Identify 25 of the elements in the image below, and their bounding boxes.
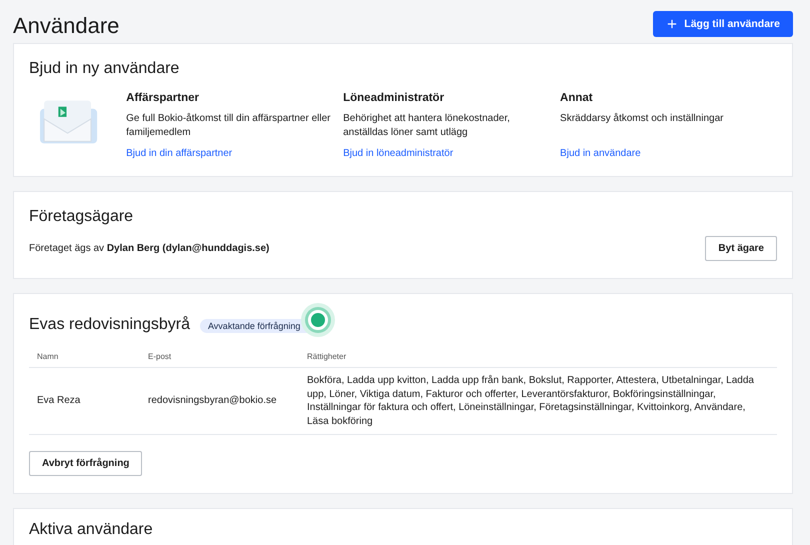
table-cell: Bokföra, Ladda upp kvitton, Ladda upp från bank, Bokslut, Rapporter, Attestera, Utbetalningar, Ladda upp, Löner, Viktiga datum, Fakturor och offerter, Leverantörsfakturor, Bokföringsinställningar, Inställningar för faktura och offert, Löneinställningar, Företagsinställningar, Kvittoinkorg, Användare, Läsa bokföring (299, 368, 777, 434)
option-title: Affärspartner (126, 92, 200, 104)
table-cell: Eva Reza (29, 368, 140, 434)
page-title: Användare (13, 13, 120, 39)
table-cell: redovisningsbyran@bokio.se (140, 368, 299, 434)
owner-text: Företaget ägs av Dylan Berg (dylan@hunddagis.se) (29, 243, 270, 254)
card-title: Evas redovisningsbyrå (29, 316, 190, 334)
option-description: Behörighet att hantera lönekostnader, anställdas löner samt utlägg (343, 112, 511, 140)
card-title: Bjud in ny användare (29, 60, 180, 78)
invite-link[interactable]: Bjud in löneadministratör (343, 148, 560, 159)
column-header: Rättigheter (299, 346, 777, 368)
card-title: Företagsägare (29, 208, 134, 226)
invite-link[interactable]: Bjud in din affärspartner (126, 148, 344, 159)
plus-icon (667, 18, 678, 28)
cancel-request-button[interactable]: Avbryt förfrågning (29, 451, 142, 476)
card-title: Aktiva användare (29, 521, 154, 539)
change-owner-button[interactable]: Byt ägare (705, 236, 777, 261)
column-header: Namn (29, 346, 140, 368)
option-title: Löneadministratör (343, 92, 446, 104)
column-header: E-post (140, 346, 299, 368)
invite-link[interactable]: Bjud in användare (560, 148, 777, 159)
add-user-button[interactable]: Lägg till användare (653, 10, 793, 36)
option-description: Ge full Bokio-åtkomst till din affärspartner eller familjemedlem (126, 112, 332, 140)
option-title: Annat (560, 92, 594, 104)
option-description: Skräddarsy åtkomst och inställningar (560, 112, 724, 126)
